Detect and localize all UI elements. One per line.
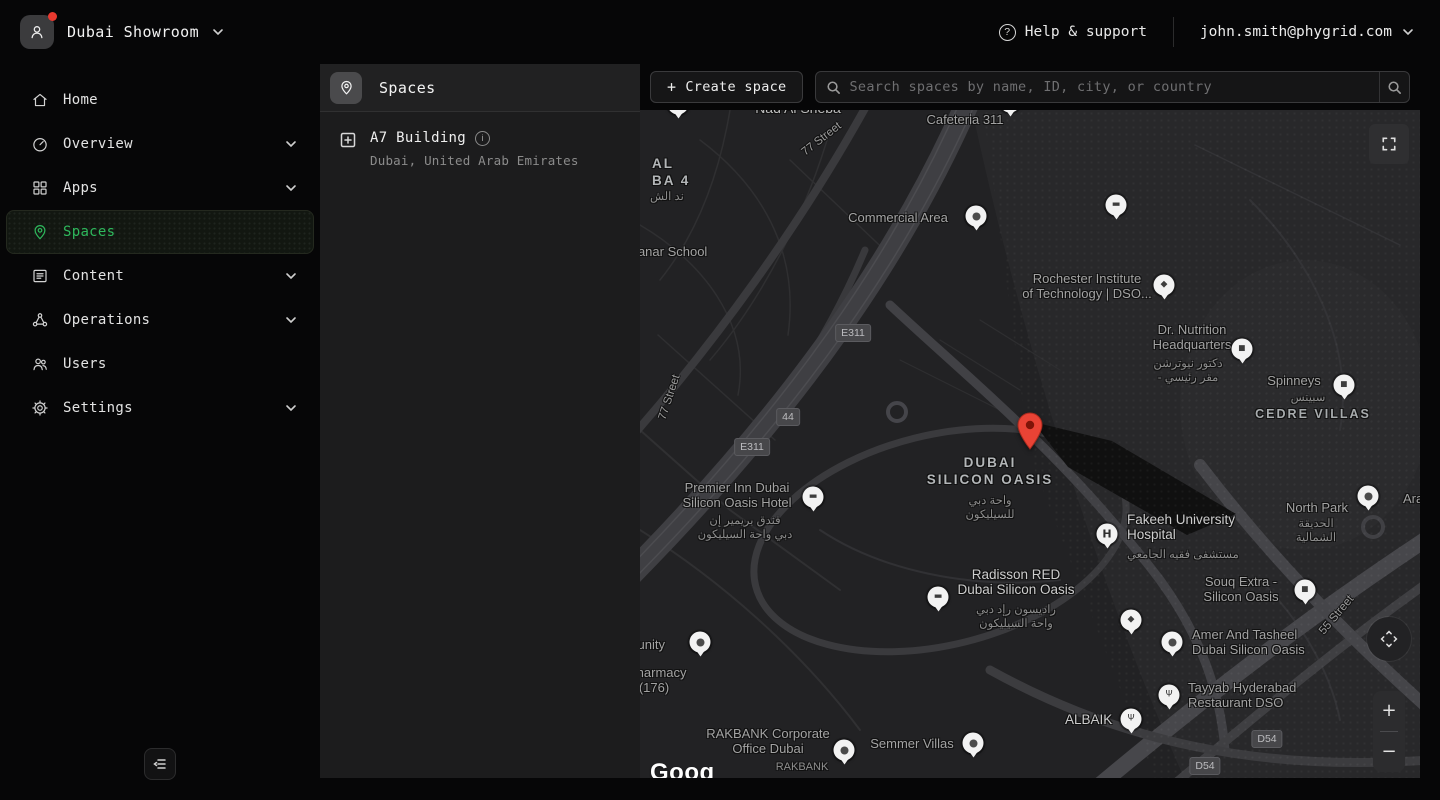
map-marker-dining[interactable]: Ψ <box>1159 685 1180 706</box>
sidebar-item-overview[interactable]: Overview <box>6 122 314 166</box>
sidebar-item-label: Settings <box>63 400 271 416</box>
chevron-down-icon <box>285 404 297 412</box>
sidebar-item-label: Overview <box>63 136 271 152</box>
help-label: Help & support <box>1025 24 1147 40</box>
sidebar-item-content[interactable]: Content <box>6 254 314 298</box>
sidebar-item-label: Apps <box>63 180 271 196</box>
map-marker-dot[interactable] <box>1358 486 1379 507</box>
space-location: Dubai, United Arab Emirates <box>370 153 579 168</box>
map-marker-dot[interactable] <box>834 740 855 761</box>
gauge-icon <box>31 135 49 153</box>
chevron-down-icon <box>212 28 224 36</box>
help-support-link[interactable]: ? Help & support <box>999 24 1147 41</box>
chevron-down-icon <box>1402 28 1414 36</box>
content-icon <box>31 267 49 285</box>
org-switcher[interactable]: Dubai Showroom <box>20 15 224 49</box>
settings-icon <box>31 399 49 417</box>
notification-dot <box>48 12 57 21</box>
info-icon[interactable]: i <box>475 131 490 146</box>
sidebar-item-operations[interactable]: Operations <box>6 298 314 342</box>
content-toolbar: + Create space <box>640 64 1420 110</box>
help-icon: ? <box>999 24 1016 41</box>
map-marker-bank[interactable]: ▬ <box>1106 195 1127 216</box>
create-space-button[interactable]: + Create space <box>650 71 803 103</box>
map-pan-button[interactable] <box>1367 617 1411 661</box>
spaces-panel-header: Spaces <box>320 64 640 112</box>
map-marker-cart[interactable]: ◼ <box>1334 375 1355 396</box>
account-menu[interactable]: john.smith@phygrid.com <box>1200 24 1414 40</box>
sidebar-item-home[interactable]: Home <box>6 78 314 122</box>
selected-space-pin[interactable] <box>1017 412 1043 450</box>
sidebar-item-label: Users <box>63 356 297 372</box>
map-marker-shop[interactable]: ◼ <box>1232 339 1253 360</box>
top-bar-right: ? Help & support john.smith@phygrid.com <box>999 17 1414 47</box>
org-avatar[interactable] <box>20 15 54 49</box>
map-marker-hotel[interactable]: ▬ <box>803 487 824 508</box>
spaces-panel: Spaces A7 Building i Dubai, United Arab Em… <box>320 64 640 778</box>
panel-title: Spaces <box>379 79 436 97</box>
search-icon <box>826 80 841 95</box>
sidebar: Home Overview Apps Spaces Content Operations U… <box>0 64 320 778</box>
search-box <box>815 71 1410 103</box>
space-list: A7 Building i Dubai, United Arab Emirates <box>320 112 640 186</box>
app-window: Dubai Showroom ? Help & support john.smi… <box>0 0 1440 800</box>
chevron-down-icon <box>285 316 297 324</box>
map-zoom-control: + − <box>1373 691 1405 772</box>
plus-icon: + <box>667 80 676 95</box>
top-bar-divider <box>1173 17 1174 47</box>
org-name: Dubai Showroom <box>67 23 199 41</box>
sidebar-collapse-button[interactable] <box>144 748 176 780</box>
space-name: A7 Building <box>370 130 466 146</box>
map-marker-dot[interactable] <box>690 632 711 653</box>
operations-icon <box>31 311 49 329</box>
map-marker-shop[interactable]: ◼ <box>1295 580 1316 601</box>
user-email: john.smith@phygrid.com <box>1200 24 1392 40</box>
apps-icon <box>31 179 49 197</box>
map-marker-hospital[interactable]: H <box>1097 524 1118 545</box>
sidebar-item-label: Operations <box>63 312 271 328</box>
map-marker-hotel[interactable]: ▬ <box>928 587 949 608</box>
sidebar-item-apps[interactable]: Apps <box>6 166 314 210</box>
spaces-pin-icon <box>330 72 362 104</box>
chevron-down-icon <box>285 184 297 192</box>
map-fullscreen-button[interactable] <box>1369 124 1409 164</box>
zoom-in-button[interactable]: + <box>1373 691 1405 731</box>
top-bar: Dubai Showroom ? Help & support john.smi… <box>0 0 1440 64</box>
sidebar-item-users[interactable]: Users <box>6 342 314 386</box>
home-icon <box>31 91 49 109</box>
sidebar-item-settings[interactable]: Settings <box>6 386 314 430</box>
map-marker-school[interactable]: ◆ <box>1154 275 1175 296</box>
sidebar-item-label: Content <box>63 268 271 284</box>
create-space-label: Create space <box>685 79 786 95</box>
sidebar-item-label: Home <box>63 92 297 108</box>
map-marker-dot[interactable] <box>963 733 984 754</box>
map-marker-dot[interactable] <box>966 206 987 227</box>
sidebar-item-label: Spaces <box>63 224 297 240</box>
chevron-down-icon <box>285 140 297 148</box>
sidebar-item-spaces[interactable]: Spaces <box>6 210 314 254</box>
map-marker-dot[interactable] <box>1162 632 1183 653</box>
search-input[interactable] <box>849 79 1379 95</box>
chevron-down-icon <box>285 272 297 280</box>
content-area: + Create space <box>640 64 1440 778</box>
expand-plus-icon[interactable] <box>340 132 356 168</box>
space-list-item[interactable]: A7 Building i Dubai, United Arab Emirates <box>320 112 640 186</box>
map-marker-school[interactable]: ◆ <box>1121 610 1142 631</box>
map-marker-dining[interactable]: Ψ <box>1121 709 1142 730</box>
zoom-out-button[interactable]: − <box>1373 732 1405 772</box>
users-icon <box>31 355 49 373</box>
map-canvas[interactable]: Nad Al ShebaCafeteria 31177 StreetALBA 4… <box>640 110 1420 778</box>
pin-icon <box>31 223 49 241</box>
search-submit-button[interactable] <box>1379 72 1409 102</box>
